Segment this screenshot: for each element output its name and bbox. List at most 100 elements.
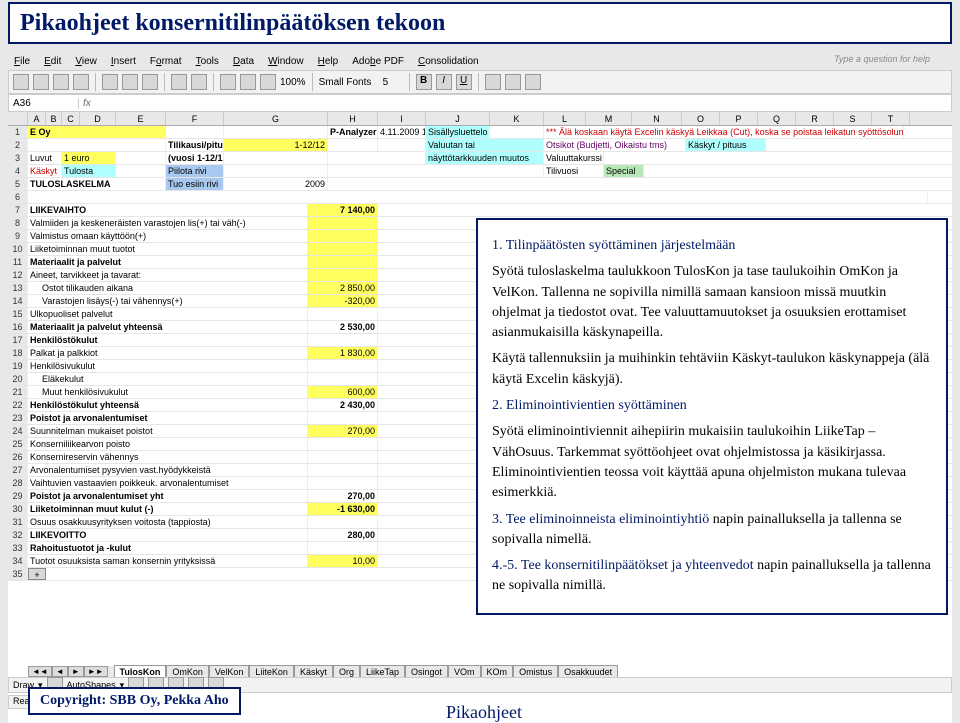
step2-text: Syötä eliminointiviennit aihepiirin muka…	[492, 422, 932, 503]
formula-bar: A36 fx	[8, 94, 952, 112]
font-size[interactable]: 5	[383, 77, 403, 88]
col-header[interactable]: P	[720, 112, 758, 125]
instructions-panel: 1. Tilinpäätösten syöttäminen järjestelm…	[476, 218, 948, 615]
row-value[interactable]	[308, 308, 378, 320]
open-icon[interactable]	[33, 74, 49, 90]
paste-icon[interactable]	[142, 74, 158, 90]
row-value[interactable]	[308, 451, 378, 463]
row-value[interactable]	[308, 477, 378, 489]
underline-icon[interactable]: U	[456, 74, 472, 90]
save-icon[interactable]	[53, 74, 69, 90]
help-search[interactable]: Type a question for help	[834, 54, 930, 64]
tab-nav-first[interactable]: ◄◄	[28, 666, 52, 677]
col-header[interactable]: L	[544, 112, 586, 125]
sort-asc-icon[interactable]	[220, 74, 236, 90]
row-value[interactable]	[308, 230, 378, 242]
row-value[interactable]	[308, 243, 378, 255]
tab-nav-prev[interactable]: ◄	[52, 666, 68, 677]
col-header[interactable]: O	[682, 112, 720, 125]
col-header[interactable]: T	[872, 112, 910, 125]
menu-insert[interactable]: Insert	[105, 54, 142, 69]
copyright-box: Copyright: SBB Oy, Pekka Aho	[28, 687, 241, 715]
align-right-icon[interactable]	[525, 74, 541, 90]
menu-format[interactable]: Format	[144, 54, 188, 69]
col-header[interactable]: C	[62, 112, 80, 125]
row-value[interactable]: 600,00	[308, 386, 378, 398]
col-header[interactable]: M	[586, 112, 632, 125]
row-value[interactable]	[308, 360, 378, 372]
row-label: Ostot tilikauden aikana	[28, 282, 308, 294]
table-row[interactable]: 7LIIKEVAIHTO7 140,00	[8, 204, 952, 217]
print-icon[interactable]	[73, 74, 89, 90]
row-value[interactable]: 280,00	[308, 529, 378, 541]
col-header[interactable]: B	[46, 112, 62, 125]
col-header[interactable]: F	[166, 112, 224, 125]
row-value[interactable]	[308, 373, 378, 385]
row-value[interactable]: 2 530,00	[308, 321, 378, 333]
italic-icon[interactable]: I	[436, 74, 452, 90]
step1-text: Syötä tuloslaskelma taulukkoon TulosKon …	[492, 262, 932, 343]
expand-button[interactable]: +	[28, 568, 46, 580]
align-center-icon[interactable]	[505, 74, 521, 90]
col-header[interactable]: I	[378, 112, 426, 125]
row-value[interactable]: 270,00	[308, 425, 378, 437]
new-icon[interactable]	[13, 74, 29, 90]
row-label: Valmistus omaan käyttöön(+)	[28, 230, 308, 242]
menu-consolidation[interactable]: Consolidation	[412, 54, 485, 69]
zoom-value[interactable]: 100%	[280, 77, 306, 88]
col-header[interactable]: G	[224, 112, 328, 125]
menu-edit[interactable]: Edit	[38, 54, 67, 69]
row-value[interactable]: 10,00	[308, 555, 378, 567]
row-value[interactable]: 7 140,00	[308, 204, 378, 216]
row-value[interactable]: 2 850,00	[308, 282, 378, 294]
undo-icon[interactable]	[171, 74, 187, 90]
col-header[interactable]: A	[28, 112, 46, 125]
col-header[interactable]: K	[490, 112, 544, 125]
menu-tools[interactable]: Tools	[190, 54, 225, 69]
row-value[interactable]: 270,00	[308, 490, 378, 502]
sort-desc-icon[interactable]	[240, 74, 256, 90]
menu-adobepdf[interactable]: Adobe PDF	[346, 54, 410, 69]
bold-icon[interactable]: B	[416, 74, 432, 90]
row-value[interactable]	[308, 217, 378, 229]
row-value[interactable]	[308, 516, 378, 528]
row-value[interactable]	[308, 412, 378, 424]
col-header[interactable]: H	[328, 112, 378, 125]
row-label: Palkat ja palkkiot	[28, 347, 308, 359]
col-header[interactable]: D	[80, 112, 116, 125]
row-value[interactable]: 2 430,00	[308, 399, 378, 411]
menu-file[interactable]: File	[8, 54, 36, 69]
col-header[interactable]: E	[116, 112, 166, 125]
menu-help[interactable]: Help	[312, 54, 345, 69]
row-label: Liiketoiminnan muut kulut (-)	[28, 503, 308, 515]
col-header[interactable]: J	[426, 112, 490, 125]
name-box[interactable]: A36	[9, 98, 79, 109]
sheet-tabs: ◄◄ ◄ ► ►► TulosKonOmKonVelKonLiiteKonKäs…	[28, 666, 618, 677]
row-label: Poistot ja arvonalentumiset yht	[28, 490, 308, 502]
col-header[interactable]: N	[632, 112, 682, 125]
chart-icon[interactable]	[260, 74, 276, 90]
cut-icon[interactable]	[102, 74, 118, 90]
font-name[interactable]: Small Fonts	[319, 77, 379, 88]
copy-icon[interactable]	[122, 74, 138, 90]
menu-data[interactable]: Data	[227, 54, 260, 69]
row-label: Arvonalentumiset pysyvien vast.hyödykkei…	[28, 464, 308, 476]
row-value[interactable]: -1 630,00	[308, 503, 378, 515]
row-value[interactable]	[308, 542, 378, 554]
tab-nav-last[interactable]: ►►	[84, 666, 108, 677]
row-value[interactable]: -320,00	[308, 295, 378, 307]
row-value[interactable]: 1 830,00	[308, 347, 378, 359]
row-value[interactable]	[308, 464, 378, 476]
col-header[interactable]: R	[796, 112, 834, 125]
align-left-icon[interactable]	[485, 74, 501, 90]
col-header[interactable]: Q	[758, 112, 796, 125]
menu-view[interactable]: View	[69, 54, 103, 69]
row-value[interactable]	[308, 334, 378, 346]
row-value[interactable]	[308, 269, 378, 281]
row-value[interactable]	[308, 438, 378, 450]
row-value[interactable]	[308, 256, 378, 268]
col-header[interactable]: S	[834, 112, 872, 125]
tab-nav-next[interactable]: ►	[68, 666, 84, 677]
redo-icon[interactable]	[191, 74, 207, 90]
menu-window[interactable]: Window	[262, 54, 310, 69]
